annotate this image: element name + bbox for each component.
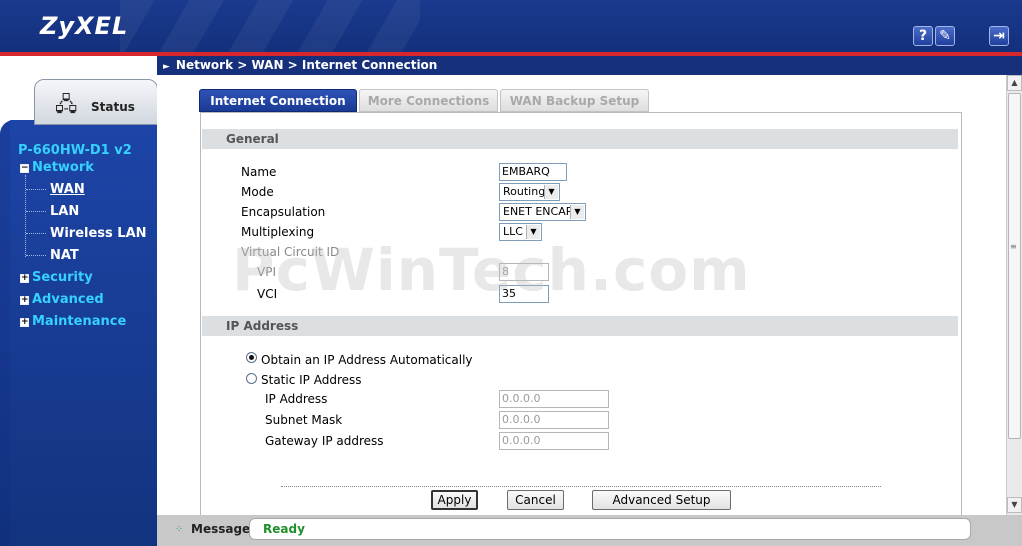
mode-select[interactable]: Routing ▼ <box>499 183 560 201</box>
tab-internet-connection[interactable]: Internet Connection <box>199 89 357 112</box>
wizard-icon[interactable]: ✎ <box>935 26 955 46</box>
tree-branch <box>26 255 46 256</box>
status-tab[interactable]: 🖧 Status <box>34 79 158 125</box>
multiplexing-select-value: LLC <box>503 225 523 238</box>
gateway-label: Gateway IP address <box>265 434 384 448</box>
cancel-button[interactable]: Cancel <box>507 490 564 510</box>
header-decoration <box>120 0 420 52</box>
header-bar: ZyXEL ? ✎ ⇥ <box>0 0 1022 56</box>
encapsulation-select-value: ENET ENCAP <box>503 205 573 218</box>
apply-button[interactable]: Apply <box>431 490 478 510</box>
vpi-field[interactable]: 8 <box>499 263 549 281</box>
advanced-setup-button[interactable]: Advanced Setup <box>592 490 731 510</box>
status-message: Ready <box>249 518 971 540</box>
static-ip-label: Static IP Address <box>261 373 362 387</box>
multiplexing-select[interactable]: LLC ▼ <box>499 223 542 241</box>
sidebar-item-label: Advanced <box>32 292 104 307</box>
subnet-mask-field[interactable]: 0.0.0.0 <box>499 411 609 429</box>
mode-select-value: Routing <box>503 185 546 198</box>
chevron-down-icon[interactable]: ▼ <box>526 225 540 239</box>
sidebar-item-wan[interactable]: WAN <box>50 182 85 197</box>
sidebar-item-lan[interactable]: LAN <box>50 204 79 219</box>
settings-panel <box>200 112 962 516</box>
mode-label: Mode <box>241 185 274 199</box>
collapse-icon[interactable]: − <box>20 164 29 173</box>
vci-field[interactable]: 35 <box>499 285 549 303</box>
scroll-up-icon[interactable]: ▲ <box>1007 75 1022 91</box>
vpi-label: VPI <box>257 265 276 279</box>
static-ip-radio[interactable] <box>246 373 257 384</box>
scroll-grip-icon: ≡ <box>1010 242 1017 251</box>
sidebar-item-security[interactable]: + Security <box>20 270 93 285</box>
section-general: General <box>202 129 958 149</box>
scroll-down-icon[interactable]: ▼ <box>1007 497 1022 513</box>
sidebar-item-label: Security <box>32 270 93 285</box>
logout-icon[interactable]: ⇥ <box>989 26 1009 46</box>
gateway-field[interactable]: 0.0.0.0 <box>499 432 609 450</box>
scrollbar-thumb[interactable] <box>1008 93 1021 439</box>
breadcrumb-arrow-icon: ► <box>163 62 170 72</box>
tree-branch <box>26 233 46 234</box>
name-field[interactable]: EMBARQ <box>499 163 567 181</box>
chevron-down-icon[interactable]: ▼ <box>544 185 558 199</box>
virtual-circuit-label: Virtual Circuit ID <box>241 245 340 259</box>
encapsulation-select[interactable]: ENET ENCAP ▼ <box>499 203 586 221</box>
ip-address-label: IP Address <box>265 392 328 406</box>
device-model: P-660HW-D1 v2 <box>18 143 132 158</box>
sidebar-item-nat[interactable]: NAT <box>50 248 79 263</box>
expand-icon[interactable]: + <box>20 274 29 283</box>
multiplexing-label: Multiplexing <box>241 225 315 239</box>
auto-ip-radio[interactable] <box>246 352 257 363</box>
vci-label: VCI <box>257 287 278 301</box>
section-ip-address: IP Address <box>202 316 958 336</box>
router-icon: 🖧 <box>55 92 78 116</box>
divider <box>281 486 881 487</box>
chevron-down-icon[interactable]: ▼ <box>570 205 584 219</box>
sidebar-item-maintenance[interactable]: + Maintenance <box>20 314 126 329</box>
message-icon: ⁘ <box>175 524 184 535</box>
encapsulation-label: Encapsulation <box>241 205 326 219</box>
subnet-mask-label: Subnet Mask <box>265 413 343 427</box>
message-label: Message <box>191 522 251 536</box>
sidebar-item-label: Network <box>32 160 94 175</box>
auto-ip-label: Obtain an IP Address Automatically <box>261 353 473 367</box>
sidebar-item-label: Maintenance <box>32 314 127 329</box>
breadcrumb: ► Network > WAN > Internet Connection <box>157 56 1022 75</box>
status-bar: ⁘ Message Ready <box>157 515 1022 546</box>
expand-icon[interactable]: + <box>20 318 29 327</box>
name-label: Name <box>241 165 277 179</box>
tree-branch <box>26 189 46 190</box>
expand-icon[interactable]: + <box>20 296 29 305</box>
tree-line <box>25 175 26 257</box>
vertical-scrollbar[interactable]: ▲ ≡ ▼ <box>1006 75 1022 515</box>
ip-address-field[interactable]: 0.0.0.0 <box>499 390 609 408</box>
tab-more-connections[interactable]: More Connections <box>359 89 498 112</box>
zyxel-logo: ZyXEL <box>40 12 129 40</box>
help-icon[interactable]: ? <box>913 26 933 46</box>
sidebar-item-wireless-lan[interactable]: Wireless LAN <box>50 226 147 241</box>
status-tab-label: Status <box>91 100 135 114</box>
breadcrumb-text: Network > WAN > Internet Connection <box>175 58 438 72</box>
sidebar-item-network[interactable]: − Network <box>20 160 94 175</box>
sidebar-item-advanced[interactable]: + Advanced <box>20 292 104 307</box>
tree-branch <box>26 211 46 212</box>
tab-wan-backup-setup[interactable]: WAN Backup Setup <box>500 89 649 112</box>
